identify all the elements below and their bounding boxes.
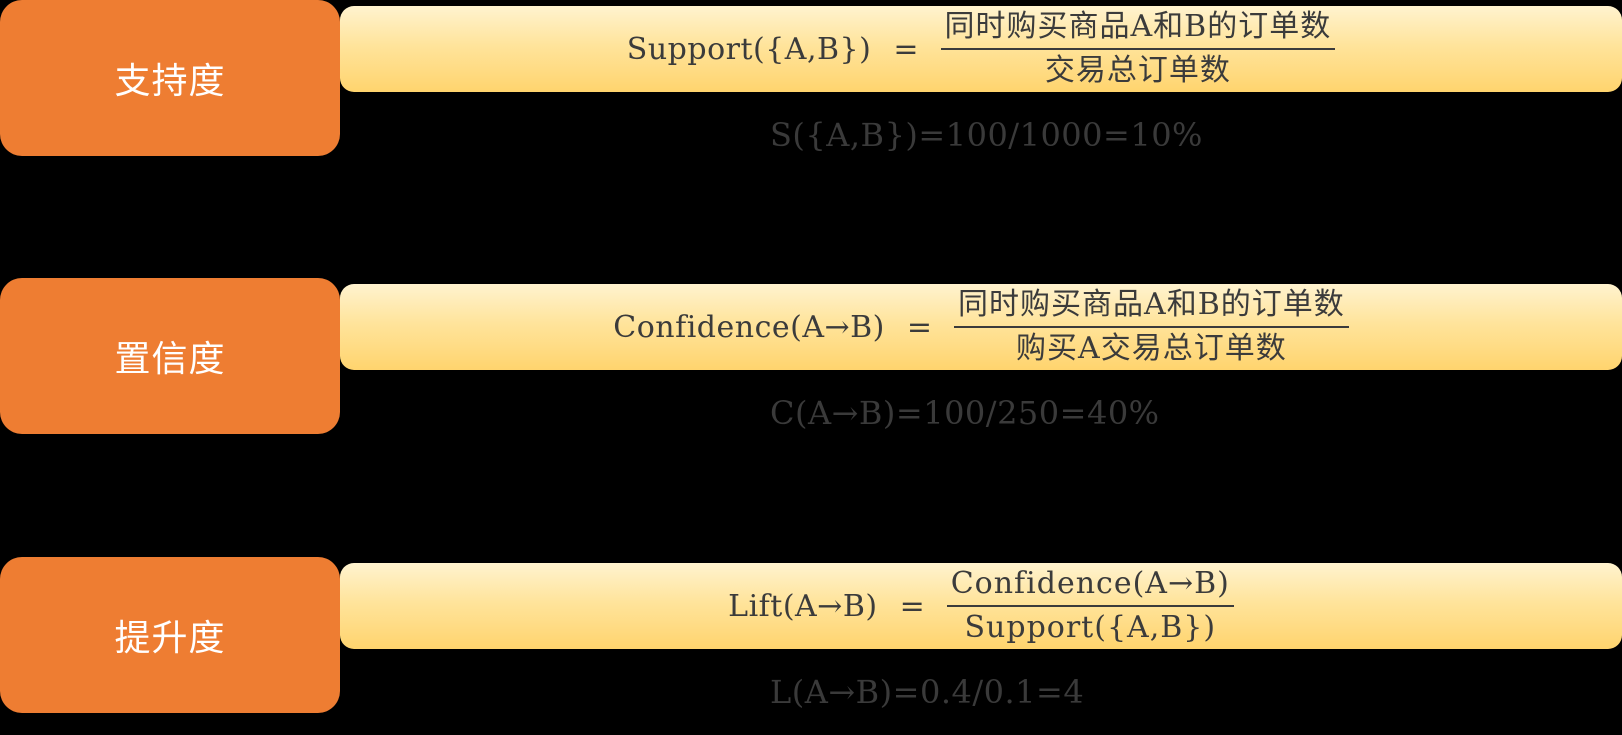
support-row: 支持度 Support({A,B}) = 同时购买商品A和B的订单数 交易总订单… — [0, 0, 1622, 160]
support-formula-bar: Support({A,B}) = 同时购买商品A和B的订单数 交易总订单数 — [340, 6, 1622, 92]
support-denominator: 交易总订单数 — [1044, 53, 1231, 88]
lift-formula: Lift(A→B) = Confidence(A→B) Support({A,B… — [728, 563, 1234, 649]
support-label-box: 支持度 — [0, 0, 340, 156]
confidence-row: 置信度 Confidence(A→B) = 同时购买商品A和B的订单数 购买A交… — [0, 278, 1622, 438]
confidence-denominator: 购买A交易总订单数 — [1016, 331, 1287, 366]
lift-label-box: 提升度 — [0, 557, 340, 713]
lift-example: L(A→B)=0.4/0.1=4 — [770, 673, 1085, 711]
confidence-formula-lhs: Confidence(A→B) — [613, 309, 885, 345]
confidence-fraction: 同时购买商品A和B的订单数 购买A交易总订单数 — [954, 284, 1349, 370]
support-formula: Support({A,B}) = 同时购买商品A和B的订单数 交易总订单数 — [626, 6, 1336, 92]
confidence-equals-sign: = — [906, 309, 933, 345]
support-formula-lhs: Support({A,B}) — [626, 31, 872, 67]
support-label: 支持度 — [114, 61, 226, 102]
support-numerator: 同时购买商品A和B的订单数 — [940, 6, 1336, 50]
confidence-label-box: 置信度 — [0, 278, 340, 434]
lift-row: 提升度 Lift(A→B) = Confidence(A→B) Support(… — [0, 557, 1622, 717]
support-example: S({A,B})=100/1000=10% — [770, 116, 1203, 154]
support-fraction: 同时购买商品A和B的订单数 交易总订单数 — [940, 6, 1336, 92]
lift-formula-bar: Lift(A→B) = Confidence(A→B) Support({A,B… — [340, 563, 1622, 649]
lift-fraction: Confidence(A→B) Support({A,B}) — [946, 563, 1234, 649]
confidence-formula-bar: Confidence(A→B) = 同时购买商品A和B的订单数 购买A交易总订单… — [340, 284, 1622, 370]
lift-formula-lhs: Lift(A→B) — [728, 588, 878, 624]
lift-label: 提升度 — [114, 618, 226, 659]
confidence-label: 置信度 — [114, 339, 226, 380]
confidence-example: C(A→B)=100/250=40% — [770, 394, 1160, 432]
lift-equals-sign: = — [899, 588, 925, 624]
confidence-formula: Confidence(A→B) = 同时购买商品A和B的订单数 购买A交易总订单… — [613, 284, 1349, 370]
lift-denominator: Support({A,B}) — [964, 610, 1217, 645]
lift-numerator: Confidence(A→B) — [946, 563, 1234, 607]
support-equals-sign: = — [893, 31, 919, 67]
confidence-numerator: 同时购买商品A和B的订单数 — [954, 284, 1349, 328]
